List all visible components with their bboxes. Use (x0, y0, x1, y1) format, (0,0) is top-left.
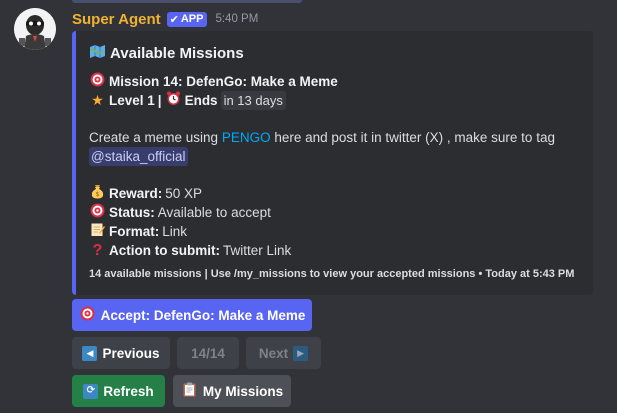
status-label: Status: (109, 205, 155, 220)
next-label: Next (258, 345, 289, 361)
page-indicator-label: 14/14 (191, 345, 225, 361)
description-text: Create a meme using (89, 130, 222, 145)
previous-label: Previous (102, 345, 160, 361)
description-line-1: Create a meme using PENGO here and post … (89, 128, 579, 147)
map-icon (89, 44, 106, 63)
reward-value: 50 XP (165, 186, 203, 201)
action-line: ? Action to submit: Twitter Link (89, 241, 579, 260)
reward-label: Reward: (109, 186, 163, 201)
message-header: Super Agent ✔ APP 5:40 PM (72, 9, 258, 29)
refresh-button[interactable]: ⟳ Refresh (72, 375, 165, 407)
format-label: Format: (109, 224, 160, 239)
embed-title-text: Available Missions (110, 44, 244, 62)
next-button: Next ▶ (246, 337, 321, 369)
clipboard-icon (181, 382, 198, 401)
ends-value: in 13 days (220, 91, 286, 110)
refresh-label: Refresh (103, 383, 154, 399)
arrow-right-icon: ▶ (293, 345, 309, 361)
username[interactable]: Super Agent (72, 11, 161, 28)
page-indicator-button: 14/14 (177, 337, 239, 369)
level-line: ★ Level 1 | Ends in 13 days (89, 91, 579, 110)
staika-mention[interactable]: @staika_official (89, 147, 188, 166)
format-value: Link (162, 224, 188, 239)
message-timestamp: 5:40 PM (215, 13, 259, 25)
level-separator: | (157, 93, 162, 108)
avatar[interactable] (14, 8, 56, 50)
arrow-left-icon: ◀ (82, 345, 98, 361)
previous-button[interactable]: ◀ Previous (72, 337, 170, 369)
target-icon (79, 306, 96, 325)
my-missions-label: My Missions (202, 383, 284, 399)
star-icon: ★ (91, 92, 104, 108)
previous-message-remnant (72, 0, 302, 3)
description-text-continued: here and post it in twitter (X) , make s… (270, 130, 555, 145)
mission-name-line: Mission 14: DefenGo: Make a Meme (89, 72, 579, 91)
format-line: Format: Link (89, 222, 579, 241)
money-bag-icon: $ (89, 184, 106, 203)
pengo-link[interactable]: PENGO (222, 128, 271, 147)
target-icon (89, 203, 106, 222)
embed-footer: 14 available missions | Use /my_missions… (89, 268, 575, 280)
memo-icon (89, 222, 106, 241)
mission-embed: Available Missions Mission 14: DefenGo: … (72, 31, 593, 295)
svg-text:$: $ (96, 191, 100, 198)
alarm-clock-icon (165, 91, 182, 110)
refresh-icon: ⟳ (83, 383, 99, 399)
checkmark-icon: ✔ (169, 13, 179, 26)
description-line-2: @staika_official (89, 147, 579, 166)
my-missions-button[interactable]: My Missions (173, 375, 291, 407)
action-value: Twitter Link (223, 243, 292, 258)
accept-mission-button[interactable]: Accept: DefenGo: Make a Meme (72, 299, 312, 331)
ends-label: Ends (184, 93, 218, 108)
mission-name: Mission 14: DefenGo: Make a Meme (109, 74, 338, 89)
question-mark-icon: ? (92, 242, 103, 259)
level-text: Level 1 (109, 93, 155, 108)
accept-mission-label: Accept: DefenGo: Make a Meme (100, 307, 306, 323)
action-label: Action to submit: (109, 243, 220, 258)
app-badge: ✔ APP (166, 11, 208, 27)
status-line: Status: Available to accept (89, 203, 579, 222)
app-badge-label: APP (180, 13, 204, 25)
reward-line: $ Reward: 50 XP (89, 184, 579, 203)
target-icon (89, 72, 106, 91)
status-value: Available to accept (157, 205, 271, 220)
embed-title: Available Missions (89, 43, 579, 63)
agent-avatar-icon (14, 8, 56, 50)
